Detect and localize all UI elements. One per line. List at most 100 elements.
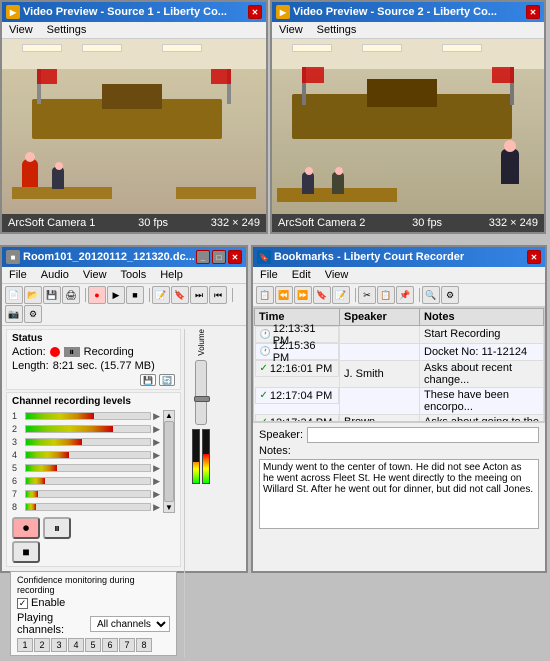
sep2 xyxy=(146,288,150,302)
title-1: Video Preview - Source 1 - Liberty Co... xyxy=(23,6,227,18)
close-btn-bm[interactable]: ✕ xyxy=(527,250,541,264)
enable-checkbox[interactable]: ✓ xyxy=(17,598,28,609)
col-speaker: Speaker xyxy=(340,309,420,326)
bm-tb-5[interactable]: 📝 xyxy=(332,286,350,304)
bm-tb-8[interactable]: 📌 xyxy=(396,286,414,304)
tb-bk3[interactable]: ⏭ xyxy=(190,286,208,304)
menu-tools-rec[interactable]: Tools xyxy=(118,268,150,282)
ch-arrow-2[interactable]: ▶ xyxy=(153,424,160,435)
ch-btn-4[interactable]: 4 xyxy=(68,638,84,652)
menu-settings-2[interactable]: Settings xyxy=(314,23,360,37)
bookmarks-window: 🔖 Bookmarks - Liberty Court Recorder ✕ F… xyxy=(251,245,547,573)
menu-file-rec[interactable]: File xyxy=(6,268,30,282)
ch-arrow-3[interactable]: ▶ xyxy=(153,437,160,448)
menu-help-rec[interactable]: Help xyxy=(157,268,186,282)
menu-edit-bm[interactable]: Edit xyxy=(289,268,314,282)
close-btn-2[interactable]: ✕ xyxy=(526,5,540,19)
bm-tb-10[interactable]: ⚙ xyxy=(441,286,459,304)
disk-icon-1: 💾 xyxy=(140,374,156,386)
scroll-down[interactable]: ▼ xyxy=(165,503,173,512)
ch-arrow-1[interactable]: ▶ xyxy=(153,411,160,422)
notes-textarea[interactable]: Mundy went to the center of town. He did… xyxy=(259,459,539,529)
maximize-btn[interactable]: □ xyxy=(212,250,226,264)
tb-open[interactable]: 📂 xyxy=(24,286,42,304)
ch-arrow-7[interactable]: ▶ xyxy=(153,489,160,500)
table-row[interactable]: ✓12:16:01 PMJ. SmithAsks about recent ch… xyxy=(255,360,544,387)
ch-arrow-8[interactable]: ▶ xyxy=(153,502,160,513)
cell-speaker: J. Smith xyxy=(340,360,420,387)
bookmark-table: Time Speaker Notes 🕐12:13:31 PMStart Rec… xyxy=(254,308,544,422)
ch-btn-6[interactable]: 6 xyxy=(102,638,118,652)
tb-bk4[interactable]: ⏮ xyxy=(209,286,227,304)
cell-speaker xyxy=(340,326,420,344)
minimize-btn[interactable]: _ xyxy=(196,250,210,264)
ch-arrow-6[interactable]: ▶ xyxy=(153,476,160,487)
tb-bk2[interactable]: 🔖 xyxy=(171,286,189,304)
ch-btn-8[interactable]: 8 xyxy=(136,638,152,652)
playing-row: Playing channels: All channels xyxy=(17,612,170,636)
bookmarks-toolbar: 📋 ⏪ ⏩ 🔖 📝 ✂ 📋 📌 🔍 ⚙ xyxy=(253,284,545,307)
tb-bk1[interactable]: 📝 xyxy=(152,286,170,304)
cell-speaker xyxy=(340,343,420,360)
tb-stop[interactable]: ■ xyxy=(126,286,144,304)
bm-tb-9[interactable]: 🔍 xyxy=(422,286,440,304)
courtroom-2 xyxy=(272,39,544,214)
menu-settings-1[interactable]: Settings xyxy=(44,23,90,37)
tb-save[interactable]: 💾 xyxy=(43,286,61,304)
ch-btn-3[interactable]: 3 xyxy=(51,638,67,652)
tb-new[interactable]: 📄 xyxy=(5,286,23,304)
menu-view-rec[interactable]: View xyxy=(80,268,110,282)
menu-audio-rec[interactable]: Audio xyxy=(38,268,72,282)
ch-arrow-5[interactable]: ▶ xyxy=(153,463,160,474)
ch-bar-row-5: ▶ xyxy=(25,462,160,474)
volume-slider[interactable] xyxy=(195,360,207,425)
record-button[interactable]: ⏺ xyxy=(12,517,40,539)
bm-tb-2[interactable]: ⏪ xyxy=(275,286,293,304)
scroll-up[interactable]: ▲ xyxy=(165,411,173,420)
channel-scrollbar[interactable]: ▲ ▼ xyxy=(163,410,175,513)
stop-button[interactable]: ■ xyxy=(12,541,40,563)
menu-file-bm[interactable]: File xyxy=(257,268,281,282)
disk-icons: 💾 🔄 xyxy=(140,374,175,386)
scroll-thumb xyxy=(164,421,174,502)
volume-thumb xyxy=(194,396,210,402)
close-btn-rec[interactable]: ✕ xyxy=(228,250,242,264)
speaker-row: Speaker: xyxy=(259,427,539,443)
table-row[interactable]: 🕐12:15:36 PMDocket No: 11-12124 xyxy=(255,343,544,360)
menu-view-2[interactable]: View xyxy=(276,23,306,37)
menu-view-1[interactable]: View xyxy=(6,23,36,37)
menu-bar-2: View Settings xyxy=(272,22,544,39)
ch-btn-7[interactable]: 7 xyxy=(119,638,135,652)
bm-tb-4[interactable]: 🔖 xyxy=(313,286,331,304)
pause-button[interactable]: ⏸ xyxy=(43,517,71,539)
ch-btn-5[interactable]: 5 xyxy=(85,638,101,652)
ch-btn-1[interactable]: 1 xyxy=(17,638,33,652)
length-label: Length: xyxy=(12,360,49,372)
bm-tb-3[interactable]: ⏩ xyxy=(294,286,312,304)
cell-speaker xyxy=(340,387,420,414)
tb-video[interactable]: 📷 xyxy=(5,305,23,323)
tb-rec[interactable]: ● xyxy=(88,286,106,304)
channels-select[interactable]: All channels xyxy=(90,616,170,632)
light-1 xyxy=(22,44,62,52)
close-btn-1[interactable]: ✕ xyxy=(248,5,262,19)
video-status-2: ArcSoft Camera 2 30 fps 332 × 249 xyxy=(272,214,544,232)
tb-print[interactable]: 🖨 xyxy=(62,286,80,304)
bookmark-table-area[interactable]: Time Speaker Notes 🕐12:13:31 PMStart Rec… xyxy=(253,307,545,422)
bm-tb-6[interactable]: ✂ xyxy=(358,286,376,304)
menu-view-bm[interactable]: View xyxy=(322,268,352,282)
tb-play[interactable]: ▶ xyxy=(107,286,125,304)
tb-set[interactable]: ⚙ xyxy=(24,305,42,323)
speaker-input[interactable] xyxy=(307,427,539,443)
ch-btn-2[interactable]: 2 xyxy=(34,638,50,652)
vu-meters xyxy=(192,429,210,484)
ch-bar-row-4: ▶ xyxy=(25,449,160,461)
ch-bar-row-7: ▶ xyxy=(25,488,160,500)
status-title: Status xyxy=(12,333,175,344)
bm-tb-7[interactable]: 📋 xyxy=(377,286,395,304)
transport-controls: ⏺ ⏸ xyxy=(12,517,175,539)
table-row[interactable]: ✓12:17:04 PMThese have been encorpo... xyxy=(255,387,544,414)
bm-tb-1[interactable]: 📋 xyxy=(256,286,274,304)
table-row[interactable]: ✓12:17:34 PMBrown, WarrenAsks about goin… xyxy=(255,414,544,422)
ch-arrow-4[interactable]: ▶ xyxy=(153,450,160,461)
